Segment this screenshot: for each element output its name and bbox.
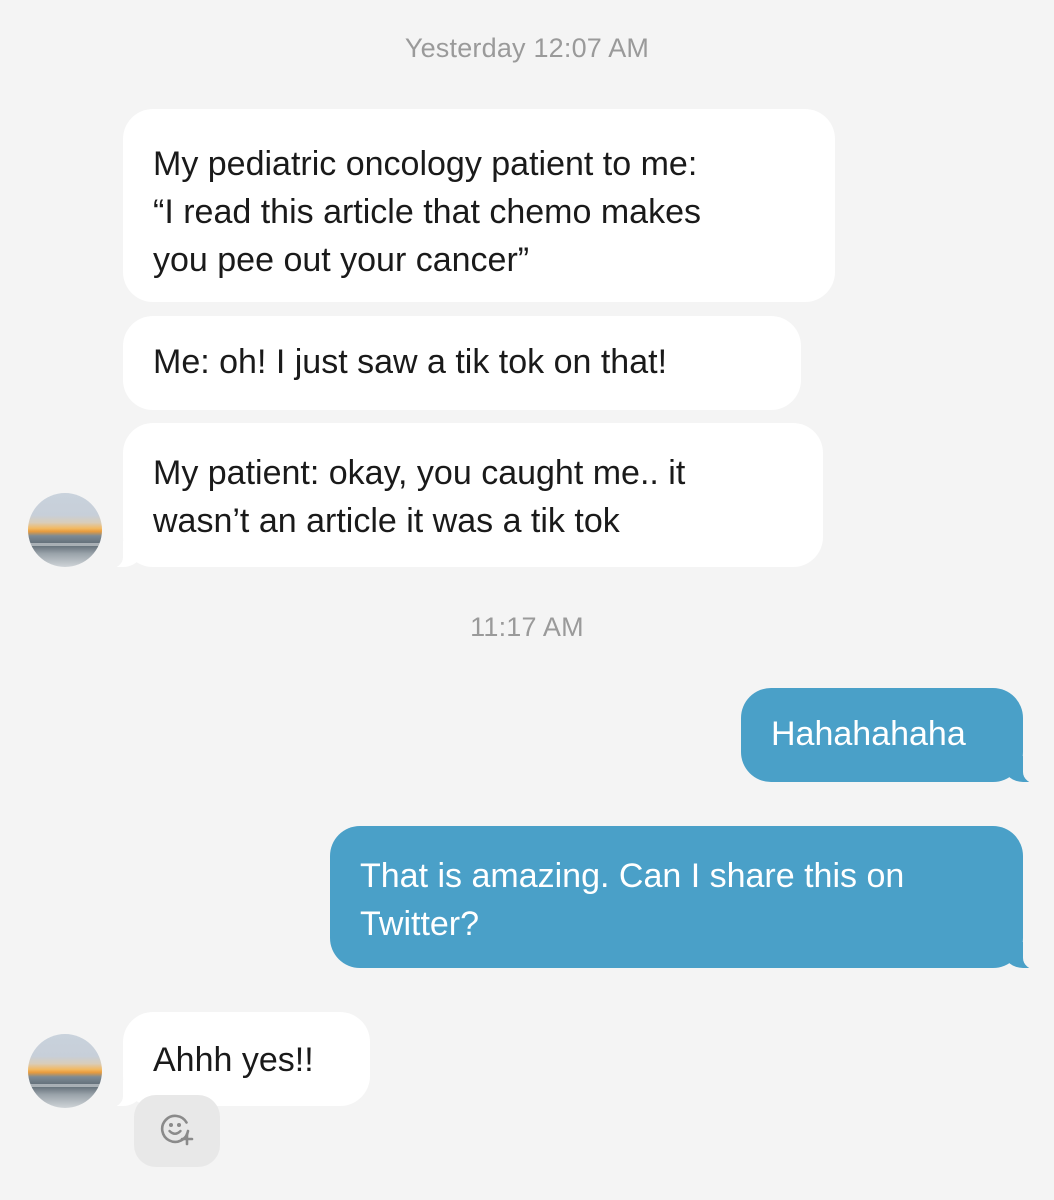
- contact-avatar[interactable]: [28, 1034, 102, 1108]
- incoming-message-bubble[interactable]: Me: oh! I just saw a tik tok on that!: [123, 316, 801, 410]
- add-reaction-button[interactable]: [134, 1095, 220, 1167]
- message-text: That is amazing. Can I share this on Twi…: [360, 857, 905, 943]
- message-text: My pediatric oncology patient to me: “I …: [153, 145, 702, 279]
- contact-avatar[interactable]: [28, 493, 102, 567]
- incoming-message-bubble[interactable]: Ahhh yes!!: [97, 1012, 370, 1108]
- timestamp-yesterday: Yesterday 12:07 AM: [404, 33, 650, 63]
- message-text: Hahahahaha: [771, 715, 966, 753]
- message-text: Me: oh! I just saw a tik tok on that!: [153, 343, 668, 381]
- incoming-message-bubble[interactable]: My patient: okay, you caught me.. it was…: [97, 423, 823, 569]
- message-text: My patient: okay, you caught me.. it was…: [153, 454, 686, 540]
- outgoing-message-bubble[interactable]: That is amazing. Can I share this on Twi…: [330, 826, 1049, 970]
- message-text: Ahhh yes!!: [153, 1041, 314, 1079]
- outgoing-message-bubble[interactable]: Hahahahaha: [741, 688, 1049, 784]
- incoming-message-bubble[interactable]: My pediatric oncology patient to me: “I …: [123, 109, 835, 302]
- add-reaction-icon: [158, 1110, 196, 1153]
- timestamp-today: 11:17 AM: [470, 612, 584, 642]
